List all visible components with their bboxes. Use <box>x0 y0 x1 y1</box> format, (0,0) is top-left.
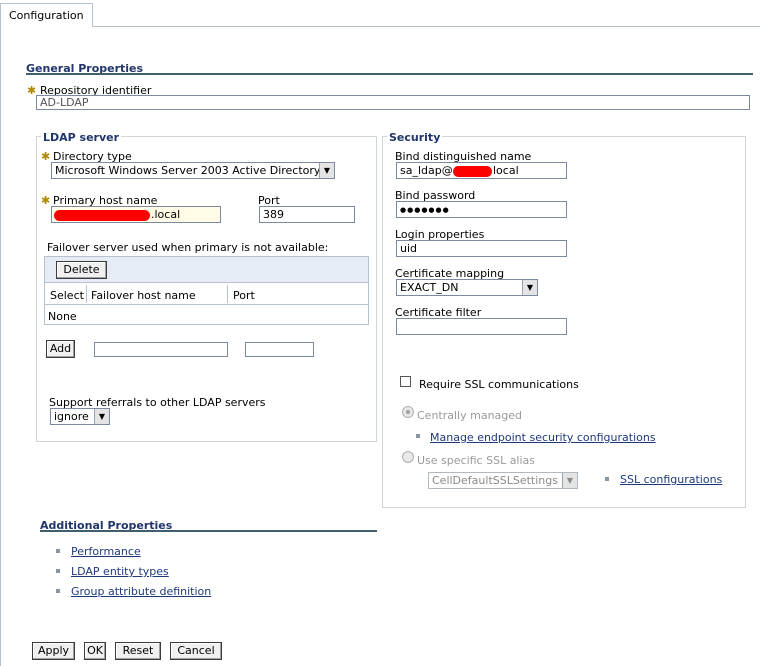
use-ssl-alias-radio[interactable] <box>402 451 414 463</box>
failover-host-input[interactable] <box>94 342 228 357</box>
failover-port-input[interactable] <box>245 342 314 357</box>
apply-button[interactable]: Apply <box>32 642 75 660</box>
bind-dn-field[interactable]: sa_ldap@ local <box>396 162 567 179</box>
bind-password-field[interactable]: ●●●●●●● <box>396 201 567 218</box>
panel-border <box>0 26 1 666</box>
bullet-icon <box>56 569 60 573</box>
manage-endpoint-link[interactable]: Manage endpoint security configurations <box>430 431 656 444</box>
performance-link[interactable]: Performance <box>71 545 141 558</box>
required-marker: ✱ <box>27 84 37 97</box>
failover-none-text: None <box>48 310 77 323</box>
chevron-down-icon: ▼ <box>562 473 577 488</box>
referrals-select[interactable]: ignore ▼ <box>50 408 110 425</box>
general-properties-rule <box>26 73 753 75</box>
directory-type-value: Microsoft Windows Server 2003 Active Dir… <box>55 164 321 177</box>
centrally-managed-radio[interactable] <box>402 406 414 418</box>
bind-dn-suffix: local <box>493 164 519 177</box>
ldap-server-legend: LDAP server <box>41 131 122 144</box>
redaction-mark <box>54 210 150 221</box>
referrals-value: ignore <box>54 410 89 423</box>
use-ssl-alias-label: Use specific SSL alias <box>417 454 536 467</box>
column-divider <box>86 285 87 303</box>
tab-divider <box>93 26 760 27</box>
primary-host-suffix: .local <box>151 208 181 221</box>
centrally-managed-label: Centrally managed <box>417 409 523 422</box>
column-failover-host: Failover host name <box>91 289 196 302</box>
required-marker: ✱ <box>41 150 51 163</box>
chevron-down-icon: ▼ <box>522 280 537 295</box>
tab-configuration[interactable]: Configuration <box>0 3 93 27</box>
add-button[interactable]: Add <box>46 340 75 358</box>
additional-properties-rule <box>40 530 377 532</box>
bind-dn-prefix: sa_ldap@ <box>400 164 453 177</box>
failover-caption: Failover server used when primary is not… <box>47 241 329 254</box>
certificate-mapping-value: EXACT_DN <box>400 281 459 294</box>
directory-type-select[interactable]: Microsoft Windows Server 2003 Active Dir… <box>51 162 335 179</box>
chevron-down-icon: ▼ <box>94 409 109 424</box>
bullet-icon <box>56 549 60 553</box>
require-ssl-checkbox[interactable] <box>400 376 411 387</box>
ssl-configurations-link[interactable]: SSL configurations <box>620 473 722 486</box>
chevron-down-icon: ▼ <box>319 163 334 178</box>
column-divider <box>227 285 228 303</box>
ldap-entity-types-link[interactable]: LDAP entity types <box>71 565 169 578</box>
bullet-icon <box>605 477 609 481</box>
reset-button[interactable]: Reset <box>115 642 161 660</box>
security-legend: Security <box>387 131 443 144</box>
delete-button[interactable]: Delete <box>56 261 107 279</box>
column-select: Select <box>50 289 84 302</box>
group-attribute-definition-link[interactable]: Group attribute definition <box>71 585 211 598</box>
failover-table-row <box>44 305 369 325</box>
login-properties-field[interactable]: uid <box>396 240 567 257</box>
bullet-icon <box>416 434 420 438</box>
certificate-filter-field[interactable] <box>396 318 567 335</box>
cancel-button[interactable]: Cancel <box>170 642 222 660</box>
repository-identifier-field[interactable]: AD-LDAP <box>36 95 750 110</box>
bullet-icon <box>56 589 60 593</box>
column-port: Port <box>233 289 255 302</box>
port-field[interactable]: 389 <box>259 206 355 223</box>
ssl-alias-value: CellDefaultSSLSettings <box>432 474 558 487</box>
required-marker: ✱ <box>41 194 51 207</box>
require-ssl-label: Require SSL communications <box>419 378 579 391</box>
redaction-mark <box>453 166 492 177</box>
certificate-mapping-select[interactable]: EXACT_DN ▼ <box>396 279 538 296</box>
primary-host-field[interactable]: .local <box>51 206 221 223</box>
ssl-alias-select[interactable]: CellDefaultSSLSettings ▼ <box>428 472 578 489</box>
ok-button[interactable]: OK <box>84 642 106 660</box>
